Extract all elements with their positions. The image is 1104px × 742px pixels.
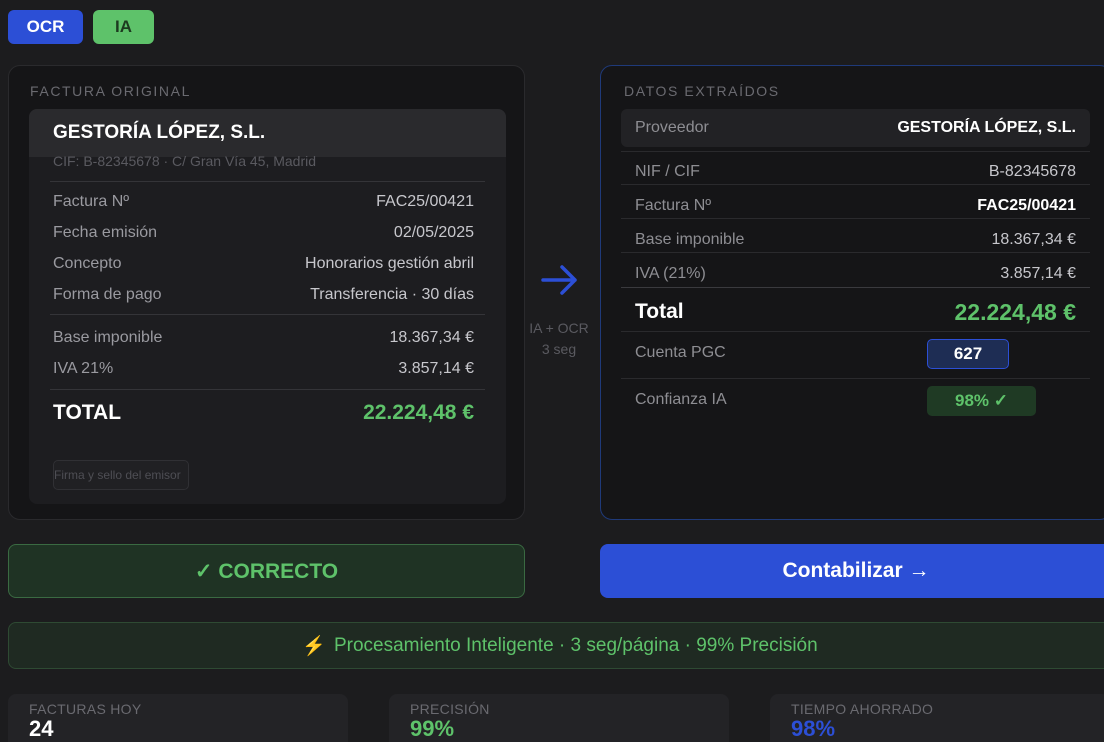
field-value: B-82345678 [988,163,1076,180]
invoice-document: GESTORÍA LÓPEZ, S.L. CIF: B-82345678 · C… [29,109,506,504]
invoice-row: Factura Nº FAC25/00421 [53,193,474,211]
total-value: 22.224,48 € [363,401,474,424]
row-label: Fecha emisión [53,224,158,241]
row-label: Forma de pago [53,286,162,303]
account-chip[interactable]: 627 [927,339,1009,369]
invoice-cif: CIF: B-82345678 · C/ Gran Vía 45, Madrid [53,153,317,169]
row-label: IVA 21% [53,360,114,377]
arrow-right-icon [541,265,577,295]
total-label: TOTAL [53,401,122,424]
row-value: 3.857,14 € [398,360,474,377]
panel-title: DATOS EXTRAÍDOS [624,83,780,99]
divider [50,314,485,315]
field-value: 18.367,34 € [991,231,1076,248]
field-label: Confianza IA [635,391,727,408]
row-value: Transferencia · 30 días [310,286,474,303]
row-label: Base imponible [53,329,163,346]
process-label: IA + OCR 3 seg [524,318,594,360]
divider [621,184,1090,185]
field-value: 22.224,48 € [954,298,1076,325]
process-time: 3 seg [541,341,577,357]
panel-title: FACTURA ORIGINAL [30,83,191,99]
post-entry-button[interactable]: Contabilizar → [600,544,1104,598]
row-value: FAC25/00421 [376,193,474,210]
extracted-data-panel: DATOS EXTRAÍDOS Proveedor GESTORÍA LÓPEZ… [600,65,1104,520]
provider-row: Proveedor GESTORÍA LÓPEZ, S.L. [621,109,1090,147]
divider [621,151,1090,152]
stat-value: 24 [29,716,54,741]
invoice-row: Base imponible 18.367,34 € [53,329,474,347]
stat-value: 99% [410,716,455,741]
field-label: Base imponible [635,231,745,248]
stat-card: FACTURAS HOY 24 [8,694,348,742]
invoice-row: Fecha emisión 02/05/2025 [53,224,474,242]
field-label: Total [635,300,684,323]
row-value: 18.367,34 € [389,329,474,346]
invoice-row: Forma de pago Transferencia · 30 días [53,286,474,304]
original-invoice-panel: FACTURA ORIGINAL GESTORÍA LÓPEZ, S.L. CI… [8,65,525,520]
row-label: Concepto [53,255,122,272]
field-label: IVA (21%) [635,265,706,282]
stat-value: 98% [791,716,836,741]
total-row: Total 22.224,48 € [621,296,1090,328]
field-label: Proveedor [635,119,709,136]
divider [621,252,1090,253]
field-label: Cuenta PGC [635,344,726,361]
field-value: GESTORÍA LÓPEZ, S.L. [897,119,1076,136]
field-row: NIF / CIF B-82345678 [621,160,1090,184]
field-row: Factura Nº FAC25/00421 [621,194,1090,218]
ia-badge[interactable]: IA [93,10,154,44]
field-row: IVA (21%) 3.857,14 € [621,262,1090,286]
row-value: 02/05/2025 [393,224,474,241]
stat-label: TIEMPO AHORRADO [791,701,934,717]
account-row: Cuenta PGC [621,341,1090,365]
stat-label: PRECISIÓN [410,701,490,717]
field-value: FAC25/00421 [977,197,1076,214]
stat-card: TIEMPO AHORRADO 98% [770,694,1104,742]
divider [621,378,1090,379]
field-label: NIF / CIF [635,163,700,180]
lightning-icon: ⚡ [302,635,326,657]
divider [621,287,1090,288]
correct-button[interactable]: ✓ CORRECTO [8,544,525,598]
stat-card: PRECISIÓN 99% [389,694,729,742]
field-row: Base imponible 18.367,34 € [621,228,1090,252]
divider [621,218,1090,219]
process-method: IA + OCR [529,320,589,336]
banner-text: Procesamiento Inteligente · 3 seg/página… [333,634,818,656]
row-label: Factura Nº [53,193,130,210]
divider [50,181,485,182]
processing-banner: ⚡ Procesamiento Inteligente · 3 seg/pági… [8,622,1104,669]
ocr-badge[interactable]: OCR [8,10,83,44]
invoice-company: GESTORÍA LÓPEZ, S.L. [53,122,266,143]
invoice-row: IVA 21% 3.857,14 € [53,360,474,378]
field-label: Factura Nº [635,197,712,214]
stat-label: FACTURAS HOY [29,701,142,717]
confidence-chip: 98% ✓ [927,386,1036,416]
invoice-row: Concepto Honorarios gestión abril [53,255,474,273]
divider [50,389,485,390]
row-value: Honorarios gestión abril [305,255,474,272]
divider [621,331,1090,332]
invoice-total: TOTAL 22.224,48 € [53,401,474,425]
signature-box: Firma y sello del emisor [53,460,189,490]
field-value: 3.857,14 € [1000,265,1076,282]
